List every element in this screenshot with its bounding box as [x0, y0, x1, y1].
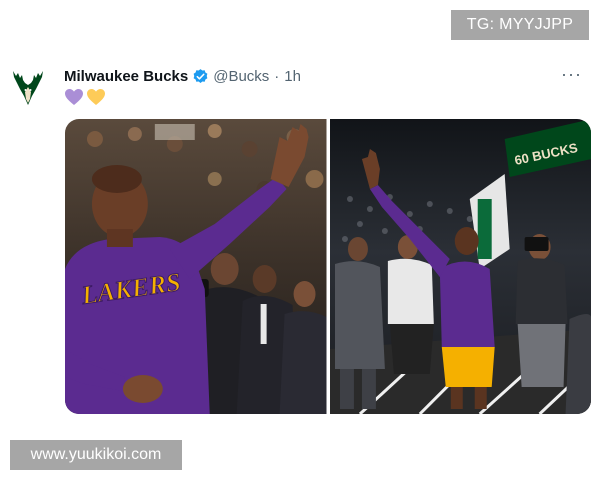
bucks-logo-icon: [13, 71, 43, 105]
verified-badge-icon: [192, 68, 209, 85]
watermark-bottom: www.yuukikoi.com: [10, 440, 182, 470]
tweet-text: [64, 88, 106, 106]
avatar[interactable]: [8, 68, 48, 108]
separator-dot: ·: [274, 67, 280, 85]
author-handle[interactable]: @Bucks: [213, 68, 269, 85]
photo-kobe-waving-court[interactable]: 60 BUCKS: [329, 119, 591, 414]
more-options-icon[interactable]: ···: [561, 65, 582, 83]
author-name[interactable]: Milwaukee Bucks: [64, 68, 188, 85]
timestamp[interactable]: 1h: [284, 68, 301, 85]
tweet-card[interactable]: Milwaukee Bucks @Bucks · 1h ··· LAKERS 6…: [0, 60, 600, 430]
tweet-media: LAKERS 60 BUCKS: [65, 119, 591, 414]
photo-kobe-waving-crowd[interactable]: LAKERS: [65, 119, 327, 414]
yellow-heart-icon: [87, 89, 105, 105]
purple-heart-icon: [65, 89, 83, 105]
tweet-header: Milwaukee Bucks @Bucks · 1h: [64, 66, 301, 86]
watermark-top: TG: MYYJJPP: [451, 10, 589, 40]
